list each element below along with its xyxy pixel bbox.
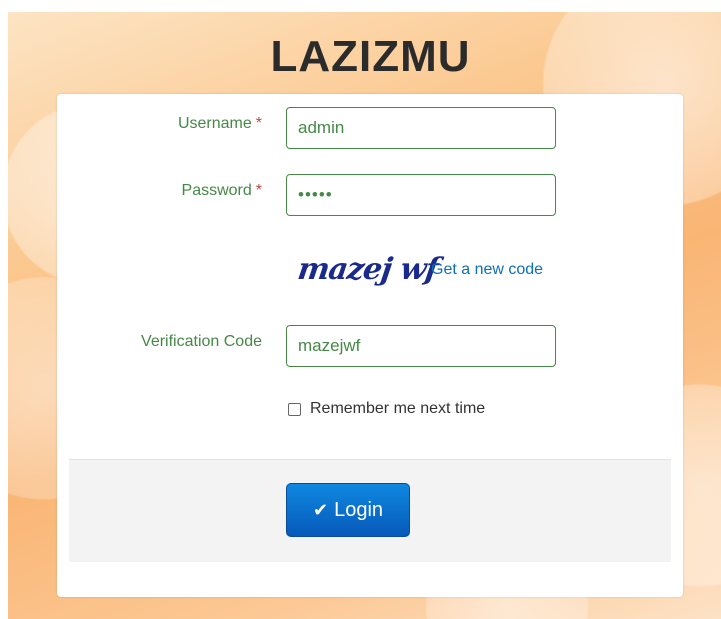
remember-me-label: Remember me next time [310,400,486,417]
check-icon: ✔ [312,499,329,520]
password-label: Password * [57,182,262,200]
username-required-mark: * [255,115,262,132]
remember-me[interactable]: Remember me next time [288,400,485,418]
verification-label: Verification Code [141,333,262,350]
login-button-label: Login [334,498,384,521]
username-label: Username * [57,115,262,133]
form-actions: ✔ Login [69,459,671,562]
login-button[interactable]: ✔ Login [286,483,410,537]
verification-code-input[interactable] [286,325,556,367]
password-required-mark: * [255,182,262,199]
password-input[interactable] [286,174,556,216]
app-title: LAZIZMU [270,32,471,81]
username-label-text: Username [177,115,252,132]
login-panel: Username* Password* mazej wf Get a new c… [57,94,683,597]
captcha-image: mazej wf [295,252,440,287]
username-input[interactable] [286,107,556,149]
password-label-text: Password [181,182,252,199]
get-new-code-link[interactable]: Get a new code [431,261,543,279]
remember-me-checkbox[interactable] [288,402,301,416]
